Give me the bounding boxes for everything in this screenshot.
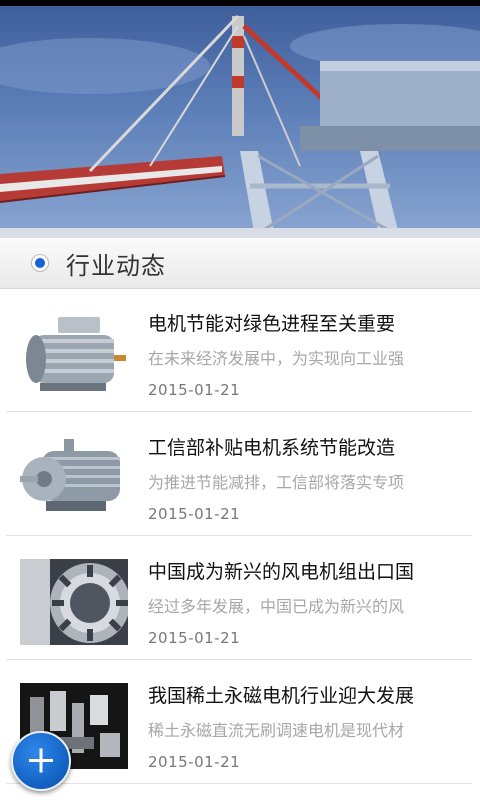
motor-image (26, 317, 126, 391)
section-title: 行业动态 (66, 251, 166, 280)
news-summary: 稀土永磁直流无刷调速电机是现代材 (148, 721, 405, 740)
news-thumbnail (20, 435, 128, 521)
news-item[interactable]: 中国成为新兴的风电机组出口国 经过多年发展，中国已成为新兴的风 2015-01-… (6, 537, 472, 660)
news-thumbnail (20, 559, 128, 645)
banner-image[interactable] (0, 6, 480, 238)
news-summary: 在未来经济发展中，为实现向工业强 (148, 349, 405, 368)
news-date: 2015-01-21 (148, 505, 241, 523)
news-date: 2015-01-21 (148, 629, 241, 647)
motor-image (20, 439, 120, 511)
radio-selected-icon[interactable] (31, 254, 49, 272)
news-item[interactable]: 工信部补贴电机系统节能改造 为推进节能减排，工信部将落实专项 2015-01-2… (6, 413, 472, 536)
news-title: 中国成为新兴的风电机组出口国 (148, 561, 415, 583)
news-item[interactable]: 电机节能对绿色进程至关重要 在未来经济发展中，为实现向工业强 2015-01-2… (6, 289, 472, 412)
add-button[interactable] (11, 731, 71, 791)
port-crane-illustration (0, 14, 480, 238)
news-date: 2015-01-21 (148, 753, 241, 771)
news-title: 电机节能对绿色进程至关重要 (148, 313, 396, 335)
section-header: 行业动态 (0, 238, 480, 289)
news-thumbnail (20, 311, 128, 397)
news-summary: 为推进节能减排，工信部将落实专项 (148, 473, 405, 492)
news-summary: 经过多年发展，中国已成为新兴的风 (148, 597, 405, 616)
news-date: 2015-01-21 (148, 381, 241, 399)
news-title: 工信部补贴电机系统节能改造 (148, 437, 396, 459)
plus-icon (29, 748, 53, 773)
news-title: 我国稀土永磁电机行业迎大发展 (148, 685, 415, 707)
news-item[interactable]: 我国稀土永磁电机行业迎大发展 稀土永磁直流无刷调速电机是现代材 2015-01-… (6, 661, 472, 784)
stator-image (20, 559, 128, 645)
